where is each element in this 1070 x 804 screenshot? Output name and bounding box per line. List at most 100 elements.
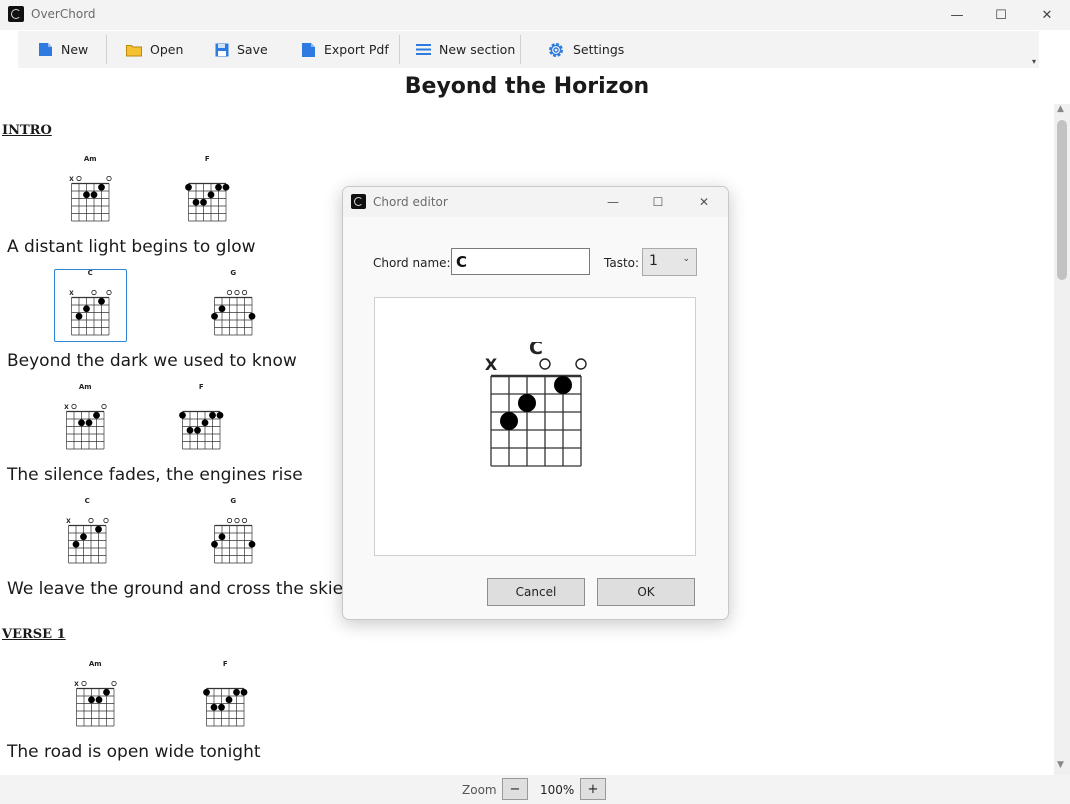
chord-diagram[interactable]: G xyxy=(198,269,269,341)
new-file-icon xyxy=(39,43,52,56)
finger-dot xyxy=(211,312,218,320)
finger-dot xyxy=(98,297,105,305)
chord-name-input[interactable]: C xyxy=(451,248,590,275)
scrollbar-thumb[interactable] xyxy=(1057,120,1067,280)
lyric-line[interactable]: The road is open wide tonight xyxy=(7,742,261,762)
open-string-marker xyxy=(91,289,97,296)
lyric-line[interactable]: A distant light begins to glow xyxy=(7,237,256,257)
muted-string-marker: X xyxy=(74,681,79,688)
finger-dot xyxy=(95,525,102,533)
dialog-close-button[interactable]: ✕ xyxy=(681,187,727,217)
dialog-minimize-button[interactable]: — xyxy=(590,187,636,217)
chord-diagram[interactable]: Am X xyxy=(55,155,126,227)
open-button[interactable]: Open xyxy=(126,31,183,68)
chevron-down-icon: ⌄ xyxy=(682,254,690,264)
open-string-marker xyxy=(575,358,587,370)
open-string-marker xyxy=(226,289,233,296)
chord-name-text: C xyxy=(88,270,93,277)
finger-dot xyxy=(233,688,240,696)
cancel-button[interactable]: Cancel xyxy=(487,578,585,606)
finger-dot xyxy=(209,411,216,419)
section-heading[interactable]: INTRO xyxy=(2,123,52,138)
chord-diagram[interactable]: G xyxy=(198,497,269,569)
new-button[interactable]: New xyxy=(38,31,88,68)
lyric-line[interactable]: We leave the ground and cross the skies xyxy=(7,579,352,599)
finger-dot xyxy=(78,419,85,427)
maximize-button[interactable]: ☐ xyxy=(978,0,1024,30)
open-string-marker xyxy=(103,517,109,524)
chord-name-label: Chord name: xyxy=(373,256,451,270)
open-string-marker xyxy=(106,175,112,182)
open-string-marker xyxy=(88,517,94,524)
dialog-title: Chord editor xyxy=(373,195,448,209)
chord-name-text: Am xyxy=(79,384,92,391)
app-logo-icon xyxy=(8,6,24,22)
zoom-in-button[interactable]: + xyxy=(580,778,606,800)
finger-dot xyxy=(518,394,536,412)
finger-dot xyxy=(218,533,226,541)
finger-dot xyxy=(95,696,103,704)
muted-string-marker: X xyxy=(64,404,69,411)
finger-dot xyxy=(203,688,210,696)
save-button[interactable]: Save xyxy=(215,31,268,68)
scroll-up-icon[interactable]: ▲ xyxy=(1057,104,1064,114)
open-string-marker xyxy=(71,403,77,410)
finger-dot xyxy=(90,191,98,199)
finger-dot xyxy=(72,540,80,548)
tasto-select[interactable]: 1 ⌄ xyxy=(642,248,697,276)
scroll-down-icon[interactable]: ▼ xyxy=(1057,760,1064,770)
new-section-button-label: New section xyxy=(439,42,516,57)
chord-diagram[interactable]: F xyxy=(190,660,261,732)
open-string-marker xyxy=(101,403,107,410)
chord-name-text: Am xyxy=(89,661,102,668)
chord-diagram[interactable]: F xyxy=(166,383,237,455)
finger-dot xyxy=(218,703,225,711)
finger-dot xyxy=(88,696,95,704)
chord-name-text: F xyxy=(223,661,228,668)
chord-name-text: F xyxy=(199,384,204,391)
settings-button[interactable]: Settings xyxy=(547,31,624,68)
muted-string-marker: X xyxy=(66,518,71,525)
lyric-line[interactable]: Beyond the dark we used to know xyxy=(7,351,297,371)
minimize-button[interactable]: — xyxy=(934,0,980,30)
new-button-label: New xyxy=(61,42,89,57)
chord-name-text: G xyxy=(230,270,236,277)
ok-button[interactable]: OK xyxy=(597,578,695,606)
close-button[interactable]: ✕ xyxy=(1024,0,1070,30)
finger-dot xyxy=(248,312,256,320)
lyric-line[interactable]: The silence fades, the engines rise xyxy=(7,465,303,485)
finger-dot xyxy=(186,426,194,434)
chord-diagram-selected[interactable]: CX xyxy=(54,269,127,342)
song-title: Beyond the Horizon xyxy=(404,74,650,99)
chord-name-text: C xyxy=(85,498,90,505)
toolbar-overflow-icon[interactable]: ▾ xyxy=(1032,57,1036,66)
finger-dot xyxy=(207,191,215,199)
chord-diagram[interactable]: F xyxy=(172,155,243,227)
chord-diagram[interactable]: CX xyxy=(52,497,123,569)
title-bar: OverChord — ☐ ✕ xyxy=(0,0,1070,30)
zoom-out-button[interactable]: − xyxy=(502,778,528,800)
tasto-value: 1 xyxy=(649,253,658,269)
new-section-button[interactable]: New section xyxy=(416,31,515,68)
dialog-maximize-button[interactable]: ☐ xyxy=(635,187,681,217)
finger-dot xyxy=(211,540,218,548)
toolbar-divider xyxy=(399,35,400,64)
finger-dot xyxy=(218,305,226,313)
open-string-marker xyxy=(76,175,82,182)
zoom-label: Zoom xyxy=(462,783,497,797)
chord-diagram[interactable]: Am X xyxy=(50,383,121,455)
muted-string-marker: X xyxy=(485,355,498,374)
chord-preview[interactable]: CX xyxy=(374,297,696,556)
dialog-title-bar: Chord editor — ☐ ✕ xyxy=(343,187,728,217)
muted-string-marker: X xyxy=(69,290,74,297)
chord-preview-diagram[interactable]: CX xyxy=(473,337,599,472)
fretboard-grid xyxy=(214,296,253,336)
status-bar: Zoom − 100% + xyxy=(0,775,1070,804)
save-button-label: Save xyxy=(237,42,268,57)
toolbar: New Open Save Export Pdf New section Set… xyxy=(18,31,1039,68)
export-pdf-button[interactable]: Export Pdf xyxy=(301,31,389,68)
chord-diagram[interactable]: Am X xyxy=(60,660,131,732)
finger-dot xyxy=(185,183,192,191)
section-heading[interactable]: VERSE 1 xyxy=(2,627,66,642)
vertical-scrollbar[interactable]: ▲ ▼ xyxy=(1054,104,1070,775)
